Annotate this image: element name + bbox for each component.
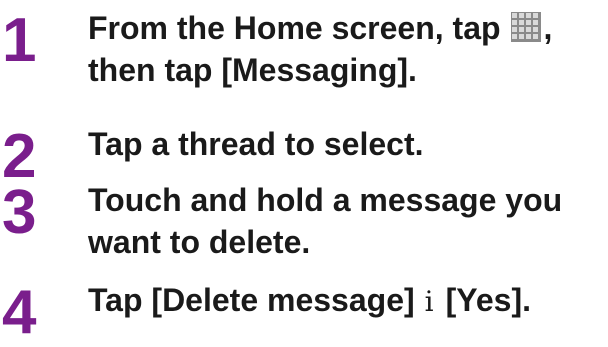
step-text: Tap a thread to select. (88, 126, 424, 162)
step-text-part: From the Home screen, tap (88, 10, 510, 46)
apps-grid-icon (511, 12, 542, 42)
step-text: Touch and hold a message you (88, 182, 563, 218)
step-number: 4 (2, 278, 37, 347)
step-number: 1 (2, 6, 37, 75)
step-number: 3 (2, 178, 37, 247)
step-text-line2: then tap [Messaging]. (88, 52, 417, 88)
step-text-part: , (543, 10, 553, 46)
step-text: From the Home screen, tap , (88, 6, 552, 50)
step-text-line2: want to delete. (88, 224, 311, 260)
step-text: Tap [Delete message] i [Yes]. (88, 278, 531, 324)
step-text-part: Tap [Delete message] (88, 282, 415, 318)
step-separator: i (424, 285, 434, 318)
step-text-part: [Yes]. (445, 282, 531, 318)
